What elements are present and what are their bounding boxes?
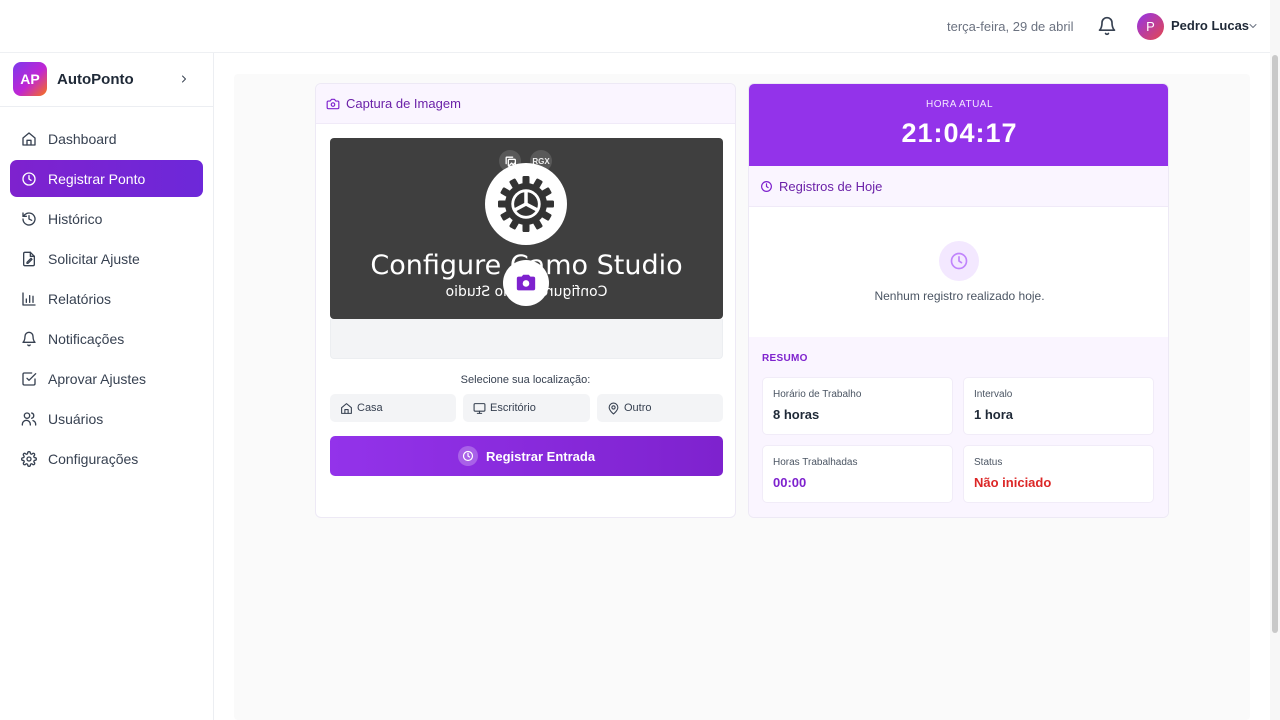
- users-icon: [21, 411, 37, 426]
- clock-icon: [457, 446, 478, 466]
- stat-value: 1 hora: [974, 407, 1014, 422]
- user-name[interactable]: Pedro Lucas: [1171, 18, 1249, 33]
- clock-icon: [761, 181, 772, 192]
- location-label: Outro: [624, 402, 652, 414]
- sidebar-item-label: Aprovar Ajustes: [48, 370, 147, 387]
- camo-logo-icon: [485, 163, 567, 245]
- clock-icon: [22, 171, 36, 186]
- sidebar-item-notificacoes[interactable]: Notificações: [10, 320, 203, 357]
- home-icon: [22, 131, 36, 146]
- app-name: AutoPonto: [57, 71, 134, 88]
- location-label: Escritório: [490, 402, 536, 414]
- sidebar-item-registrar-ponto[interactable]: Registrar Ponto: [10, 160, 203, 197]
- current-time-panel: HORA ATUAL 21:04:17: [749, 84, 1168, 166]
- scrollbar-thumb[interactable]: [1272, 55, 1278, 633]
- capture-card: Captura de Imagem RGX Configure Camo Stu…: [315, 83, 736, 518]
- camera-icon: [516, 274, 536, 291]
- app-logo: AP: [13, 62, 47, 96]
- empty-state-text: Nenhum registro realizado hoje.: [874, 289, 1045, 303]
- map-pin-icon: [608, 402, 619, 414]
- stat-value: 00:00: [773, 475, 807, 490]
- stat-break: Intervalo 1 hora: [963, 377, 1154, 435]
- location-option-casa[interactable]: Casa: [330, 394, 456, 422]
- status-card: HORA ATUAL 21:04:17 Registros de Hoje Ne…: [748, 83, 1169, 518]
- empty-state-icon: [939, 241, 979, 281]
- current-time-label: HORA ATUAL: [925, 99, 994, 110]
- capture-card-title: Captura de Imagem: [346, 96, 461, 111]
- today-records-header: Registros de Hoje: [749, 166, 1168, 207]
- sidebar-item-solicitar-ajuste[interactable]: Solicitar Ajuste: [10, 240, 203, 277]
- preview-footer: [330, 319, 723, 359]
- location-prompt: Selecione sua localização:: [460, 374, 591, 386]
- bell-icon: [22, 331, 36, 346]
- sidebar-item-label: Notificações: [48, 330, 125, 347]
- chevron-down-icon[interactable]: [1247, 20, 1259, 32]
- monitor-icon: [473, 402, 486, 414]
- bar-chart-icon: [22, 291, 36, 306]
- sidebar-item-label: Dashboard: [48, 130, 117, 147]
- sidebar-item-usuarios[interactable]: Usuários: [10, 400, 203, 437]
- current-time: 21:04:17: [901, 118, 1018, 148]
- home-icon: [341, 402, 352, 414]
- register-entry-label: Registrar Entrada: [485, 448, 596, 464]
- sidebar-item-historico[interactable]: Histórico: [10, 200, 203, 237]
- stat-hours-worked: Horas Trabalhadas 00:00: [762, 445, 953, 503]
- sidebar-item-label: Configurações: [48, 450, 139, 467]
- capture-card-header: Captura de Imagem: [316, 84, 735, 124]
- summary-section: RESUMO Horário de Trabalho 8 horas Inter…: [749, 337, 1168, 517]
- sidebar-item-label: Solicitar Ajuste: [48, 250, 140, 267]
- camera-preview: RGX Configure Camo Studio Configure Stud…: [330, 138, 723, 319]
- history-icon: [22, 211, 36, 226]
- stat-label: Status: [974, 457, 1003, 468]
- location-option-outro[interactable]: Outro: [597, 394, 723, 422]
- stat-status: Status Não iniciado: [963, 445, 1154, 503]
- sidebar-item-label: Usuários: [48, 410, 104, 427]
- sidebar-nav: Dashboard Registrar Ponto Histórico Soli…: [10, 120, 203, 480]
- location-label: Casa: [357, 402, 383, 414]
- chevron-right-icon[interactable]: [178, 73, 190, 85]
- stat-value: 8 horas: [773, 407, 820, 422]
- sidebar-item-label: Registrar Ponto: [48, 170, 146, 187]
- sidebar-item-configuracoes[interactable]: Configurações: [10, 440, 203, 477]
- camera-icon: [326, 98, 340, 110]
- sidebar: AP AutoPonto Dashboard Registrar Ponto H…: [0, 53, 214, 720]
- location-option-escritorio[interactable]: Escritório: [463, 394, 590, 422]
- settings-icon: [21, 450, 37, 467]
- summary-title: RESUMO: [762, 353, 808, 364]
- register-entry-button[interactable]: Registrar Entrada: [330, 436, 723, 476]
- sidebar-item-label: Histórico: [48, 210, 103, 227]
- current-date: terça-feira, 29 de abril: [947, 19, 1074, 34]
- stat-label: Intervalo: [974, 389, 1013, 400]
- stat-work-hours: Horário de Trabalho 8 horas: [762, 377, 953, 435]
- file-edit-icon: [23, 251, 35, 266]
- bell-icon[interactable]: [1097, 16, 1117, 36]
- brand: AP AutoPonto: [0, 53, 213, 107]
- stat-label: Horas Trabalhadas: [773, 457, 858, 468]
- sidebar-item-aprovar-ajustes[interactable]: Aprovar Ajustes: [10, 360, 203, 397]
- today-records-title: Registros de Hoje: [779, 179, 883, 194]
- sidebar-item-dashboard[interactable]: Dashboard: [10, 120, 203, 157]
- capture-button[interactable]: [503, 260, 549, 306]
- avatar[interactable]: P: [1137, 13, 1164, 40]
- page-scrollbar[interactable]: [1270, 0, 1280, 720]
- sidebar-item-relatorios[interactable]: Relatórios: [10, 280, 203, 317]
- stat-label: Horário de Trabalho: [773, 389, 862, 400]
- check-square-icon: [22, 371, 37, 386]
- clock-icon: [950, 252, 968, 270]
- sidebar-item-label: Relatórios: [48, 290, 112, 307]
- top-header: terça-feira, 29 de abril P Pedro Lucas: [0, 0, 1270, 53]
- status-badge: Não iniciado: [974, 475, 1052, 490]
